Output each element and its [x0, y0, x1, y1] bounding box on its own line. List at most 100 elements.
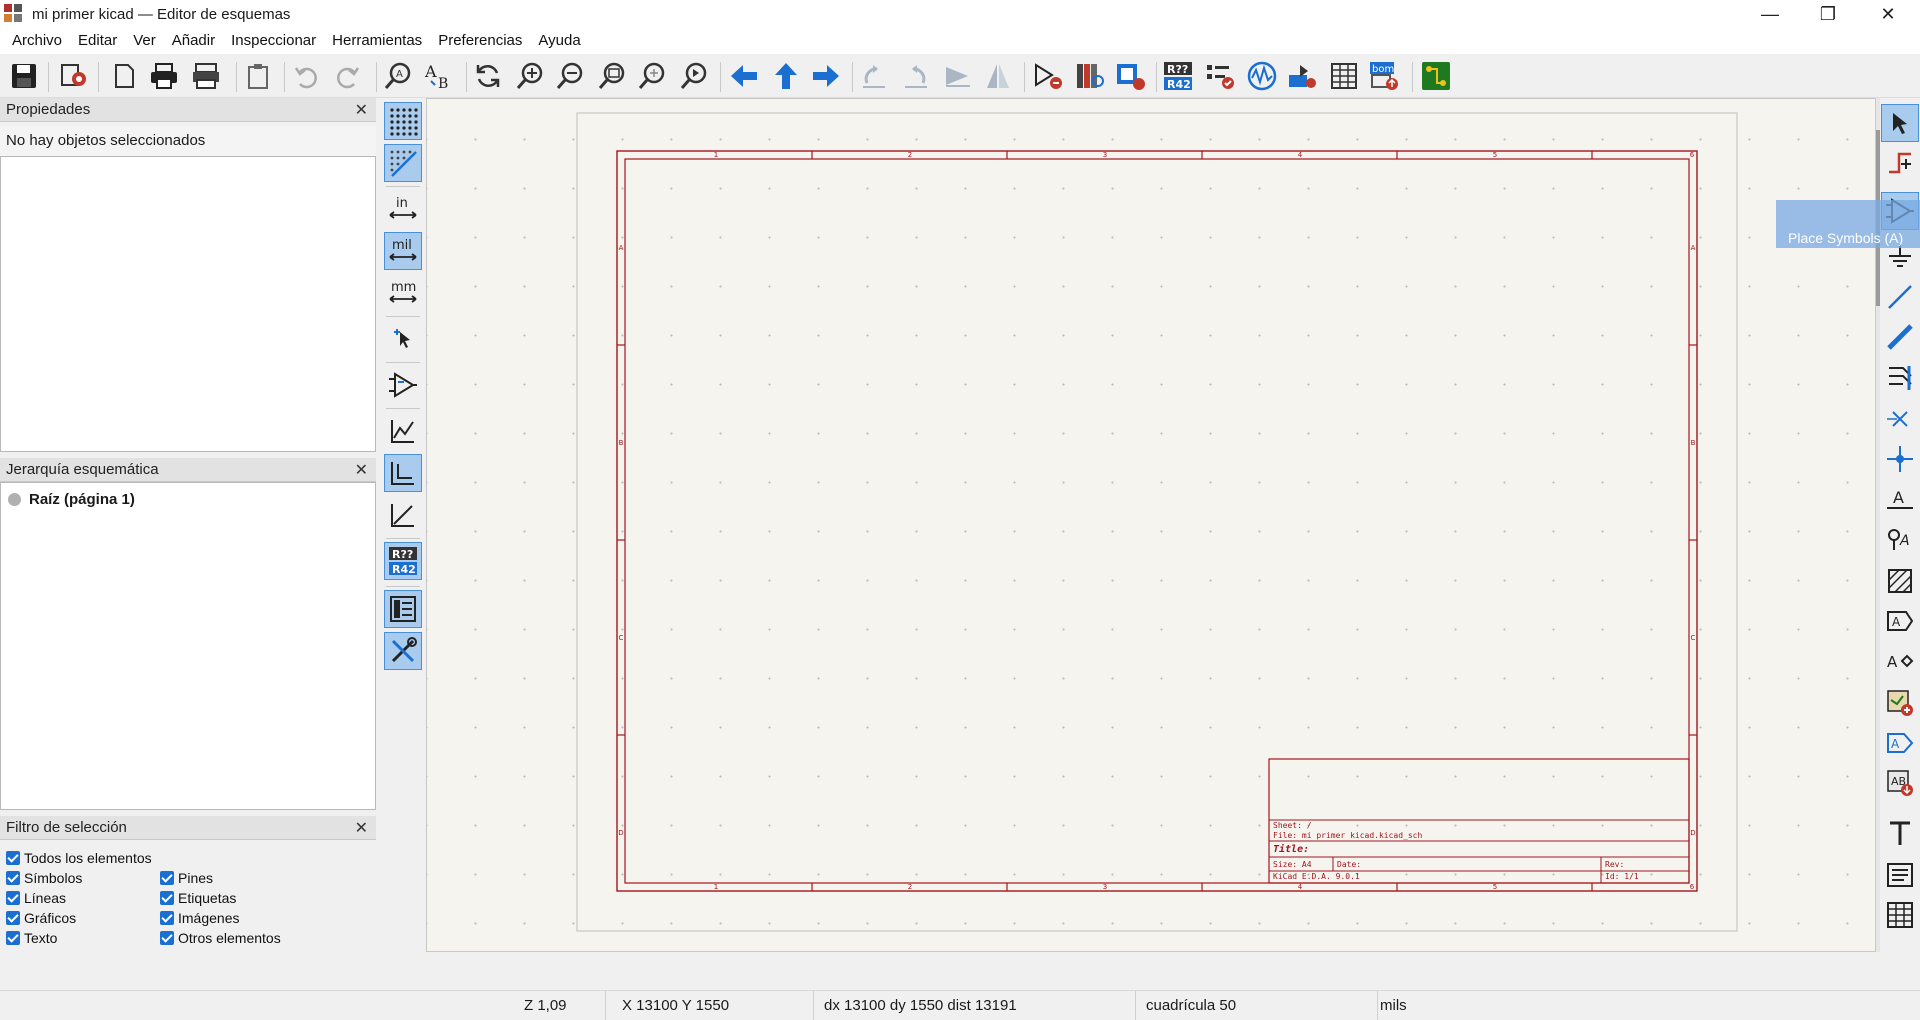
- filter-close-button[interactable]: ✕: [355, 818, 368, 838]
- units-mm-button[interactable]: mm: [384, 274, 422, 312]
- hierarchical-label-button[interactable]: A: [1881, 642, 1919, 680]
- units-mils-button[interactable]: mil: [384, 232, 422, 270]
- junction-button[interactable]: [1881, 440, 1919, 478]
- highlight-net-button[interactable]: [1881, 144, 1919, 182]
- filter-all-checkbox[interactable]: Todos los elementos: [6, 850, 152, 866]
- menu-herramientas[interactable]: Herramientas: [324, 28, 430, 54]
- save-button[interactable]: [6, 58, 42, 94]
- footprint-editor-button[interactable]: [1112, 58, 1148, 94]
- assign-footprints-icon: [1289, 65, 1316, 88]
- rotate-ccw-button[interactable]: [856, 58, 892, 94]
- zoom-out-button[interactable]: [552, 58, 588, 94]
- find-replace-button[interactable]: AB: [420, 58, 456, 94]
- hierarchy-root-item[interactable]: Raíz (página 1): [8, 491, 135, 508]
- symbol-fields-table-button[interactable]: [1326, 58, 1362, 94]
- properties-close-button[interactable]: ✕: [355, 100, 368, 120]
- global-label-button[interactable]: A: [1881, 520, 1919, 558]
- plot-button[interactable]: [188, 58, 224, 94]
- bom-button[interactable]: bom: [1366, 58, 1402, 94]
- add-text-button[interactable]: [1881, 814, 1919, 852]
- restore-button[interactable]: ❐: [1800, 0, 1856, 28]
- filter-lines-checkbox[interactable]: Líneas: [6, 890, 66, 906]
- show-hidden-pins-button[interactable]: [384, 366, 422, 404]
- annotate-button[interactable]: R?? R42: [1160, 58, 1196, 94]
- page-settings-button[interactable]: [106, 58, 142, 94]
- rule-area-button[interactable]: [1881, 562, 1919, 600]
- refresh-button[interactable]: [470, 58, 506, 94]
- filter-images-checkbox[interactable]: Imágenes: [160, 910, 239, 926]
- add-sheet-button[interactable]: [1881, 684, 1919, 722]
- filter-symbols-checkbox[interactable]: Símbolos: [6, 870, 82, 886]
- filter-graphics-checkbox[interactable]: Gráficos: [6, 910, 76, 926]
- cursor-crosshair-button[interactable]: [384, 320, 422, 358]
- zoom-in-button[interactable]: [512, 58, 548, 94]
- add-table-button[interactable]: [1881, 896, 1919, 934]
- bus-icon: [1887, 324, 1913, 350]
- menu-ver[interactable]: Ver: [125, 28, 164, 54]
- zoom-fit-button[interactable]: [594, 58, 630, 94]
- add-bus-button[interactable]: [1881, 318, 1919, 356]
- erc-button[interactable]: [1202, 58, 1238, 94]
- toggle-grid-button[interactable]: [384, 102, 422, 140]
- annotate-auto-button[interactable]: R?? R42: [384, 542, 422, 580]
- add-textbox-button[interactable]: [1881, 856, 1919, 894]
- checkbox-checked-icon: [6, 891, 20, 905]
- hierarchy-panel-icon: [390, 596, 416, 622]
- mirror-horizontal-button[interactable]: [940, 58, 976, 94]
- units-inches-button[interactable]: in: [384, 190, 422, 228]
- menu-editar[interactable]: Editar: [70, 28, 125, 54]
- import-sheet-pin-button[interactable]: AB: [1881, 764, 1919, 802]
- zoom-tool-button[interactable]: [676, 58, 712, 94]
- no-connect-button[interactable]: [1881, 400, 1919, 438]
- bus-entry-button[interactable]: [1881, 358, 1919, 396]
- select-tool-button[interactable]: [1881, 104, 1919, 142]
- minimize-button[interactable]: —: [1742, 0, 1798, 28]
- paste-button[interactable]: [240, 58, 276, 94]
- add-wire-button[interactable]: [1881, 278, 1919, 316]
- navigate-forward-button[interactable]: [808, 58, 844, 94]
- schematic-setup-button[interactable]: [56, 58, 92, 94]
- filter-other-checkbox[interactable]: Otros elementos: [160, 930, 281, 946]
- line-mode-free-button[interactable]: [384, 412, 422, 450]
- toggle-properties-panel-button[interactable]: [384, 632, 422, 670]
- line-mode-45-button[interactable]: [384, 496, 422, 534]
- global-label-shape-button[interactable]: A: [1881, 602, 1919, 640]
- toggle-hierarchy-panel-button[interactable]: [384, 590, 422, 628]
- hierarchy-panel-body: [0, 482, 376, 810]
- zoom-objects-button[interactable]: [634, 58, 670, 94]
- simulator-button[interactable]: [1244, 58, 1280, 94]
- schematic-canvas[interactable]: 1 2 3 4 5 6 1 2 3 4 5 6 A B C D A B C D: [426, 98, 1876, 952]
- grid-override-icon: [390, 150, 417, 177]
- find-button[interactable]: A: [380, 58, 416, 94]
- filter-pins-checkbox[interactable]: Pines: [160, 870, 213, 886]
- title-block-sheet: Sheet: /: [1273, 821, 1312, 830]
- redo-button[interactable]: [330, 58, 366, 94]
- schematic-setup-icon: [61, 64, 86, 86]
- menu-archivo[interactable]: Archivo: [4, 28, 70, 54]
- hierarchy-close-button[interactable]: ✕: [355, 460, 368, 480]
- filter-labels-checkbox[interactable]: Etiquetas: [160, 890, 236, 906]
- close-window-button[interactable]: ✕: [1860, 0, 1916, 28]
- net-label-button[interactable]: A: [1881, 480, 1919, 518]
- toggle-grid-overrides-button[interactable]: [384, 144, 422, 182]
- mirror-vertical-button[interactable]: [980, 58, 1016, 94]
- filter-text-checkbox[interactable]: Texto: [6, 930, 57, 946]
- menu-ayuda[interactable]: Ayuda: [530, 28, 588, 54]
- navigate-back-button[interactable]: [726, 58, 762, 94]
- navigate-up-button[interactable]: [768, 58, 804, 94]
- menu-anadir[interactable]: Añadir: [164, 28, 223, 54]
- rotate-cw-button[interactable]: [898, 58, 934, 94]
- undo-button[interactable]: [288, 58, 324, 94]
- menu-preferencias[interactable]: Preferencias: [430, 28, 530, 54]
- table-icon: [1331, 63, 1357, 89]
- symbol-editor-button[interactable]: [1030, 58, 1066, 94]
- mirror-horizontal-icon: [946, 67, 970, 87]
- print-button[interactable]: [146, 58, 182, 94]
- assign-footprints-button[interactable]: [1284, 58, 1320, 94]
- symbol-browser-button[interactable]: [1072, 58, 1108, 94]
- sheet-pin-button[interactable]: A: [1881, 724, 1919, 762]
- menu-inspeccionar[interactable]: Inspeccionar: [223, 28, 324, 54]
- line-mode-90-button[interactable]: [384, 454, 422, 492]
- pcb-editor-button[interactable]: [1418, 58, 1454, 94]
- properties-panel-body: [0, 156, 376, 452]
